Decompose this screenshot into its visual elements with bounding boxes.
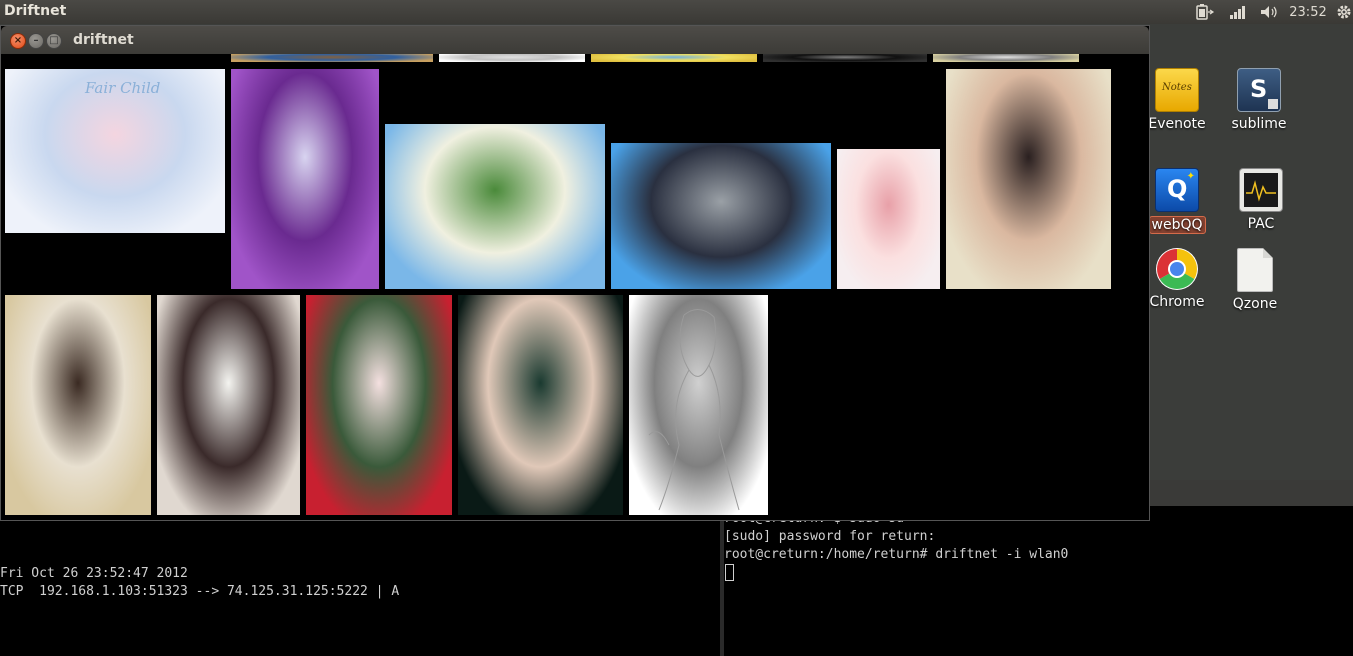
clock-text: 23:52 <box>1289 4 1327 20</box>
thumbnail-woman-white-dress[interactable] <box>231 69 379 289</box>
maximize-icon: □ <box>49 35 59 46</box>
terminal-line: [sudo] password for return: <box>724 529 936 544</box>
network-signal-icon[interactable] <box>1228 0 1248 24</box>
volume-icon[interactable] <box>1258 0 1280 24</box>
thumbnail-game-character[interactable] <box>385 124 605 289</box>
thumbnail-anime-illustration[interactable]: Fair Child <box>5 69 225 233</box>
thumbnail-partial-4[interactable] <box>763 54 927 62</box>
terminal-line: TCP 192.168.1.103:51323 --> 74.125.31.12… <box>0 584 400 599</box>
desktop-icon-label: Evenote <box>1148 116 1206 132</box>
close-button[interactable]: × <box>10 33 26 49</box>
terminal-line: Fri Oct 26 23:52:47 2012 <box>0 566 188 581</box>
thumbnail-christmas[interactable] <box>306 295 452 515</box>
desktop-icon-webqq[interactable]: Q ✦ webQQ <box>1144 168 1210 234</box>
thumbnail-woman-sofa[interactable] <box>5 295 151 515</box>
desktop-icon-evernote[interactable]: Notes Evenote <box>1144 68 1210 132</box>
document-icon <box>1237 248 1273 292</box>
battery-icon[interactable] <box>1193 0 1217 24</box>
desktop-icon-chrome[interactable]: Chrome <box>1144 248 1210 310</box>
thumbnail-partial-2[interactable] <box>439 54 585 62</box>
thumbnail-two-women[interactable] <box>157 295 300 515</box>
thumbnail-pencil-sketch[interactable] <box>629 295 768 515</box>
thumbnail-caption: Fair Child <box>85 79 161 97</box>
desktop-icon-qzone[interactable]: Qzone <box>1222 248 1288 312</box>
top-panel: Driftnet 23:52 <box>0 0 1353 24</box>
desktop-icon-label: webQQ <box>1148 216 1206 234</box>
desktop-icon-sublime[interactable]: S sublime <box>1226 68 1292 132</box>
shortcut-arrow-icon <box>1268 99 1278 109</box>
evernote-icon: Notes <box>1155 68 1199 112</box>
desktop-icon-pac[interactable]: PAC <box>1228 168 1294 232</box>
desktop-icon-label: sublime <box>1231 116 1287 132</box>
pac-monitor-icon <box>1239 168 1283 212</box>
active-app-name: Driftnet <box>4 3 67 19</box>
clock[interactable]: 23:52 <box>1288 0 1328 24</box>
chrome-icon <box>1156 248 1198 290</box>
terminal-right[interactable]: root@creturn:~$ sudo su [sudo] password … <box>724 506 1353 656</box>
maximize-button[interactable]: □ <box>46 33 62 49</box>
desktop-icon-label: Qzone <box>1232 296 1278 312</box>
thumbnail-woman-selfie[interactable] <box>946 69 1111 289</box>
thumbnail-partial-5[interactable] <box>933 54 1079 62</box>
sketch-lines <box>648 309 740 511</box>
window-titlebar[interactable]: × – □ driftnet <box>1 26 1149 54</box>
thumbnail-models-with-car[interactable] <box>611 143 831 289</box>
thumbnail-green-hair[interactable] <box>458 295 623 515</box>
thumbnail-partial-3[interactable] <box>591 54 757 62</box>
driftnet-window[interactable]: × – □ driftnet Fair Child <box>0 25 1150 521</box>
desktop-icon-label: PAC <box>1247 216 1275 232</box>
terminal-cursor <box>725 564 734 581</box>
terminal-line: root@creturn:/home/return# driftnet -i w… <box>724 547 1069 562</box>
thumbnail-partial-1[interactable] <box>231 54 433 62</box>
sublime-text-icon: S <box>1237 68 1281 112</box>
close-icon: × <box>13 35 23 46</box>
window-title: driftnet <box>73 32 134 48</box>
desktop-icon-label: Chrome <box>1149 294 1205 310</box>
webqq-icon: Q ✦ <box>1155 168 1199 212</box>
thumbnail-woman-pink[interactable] <box>837 149 940 289</box>
gear-icon[interactable] <box>1334 0 1353 24</box>
minimize-icon: – <box>33 35 39 46</box>
minimize-button[interactable]: – <box>28 33 44 49</box>
